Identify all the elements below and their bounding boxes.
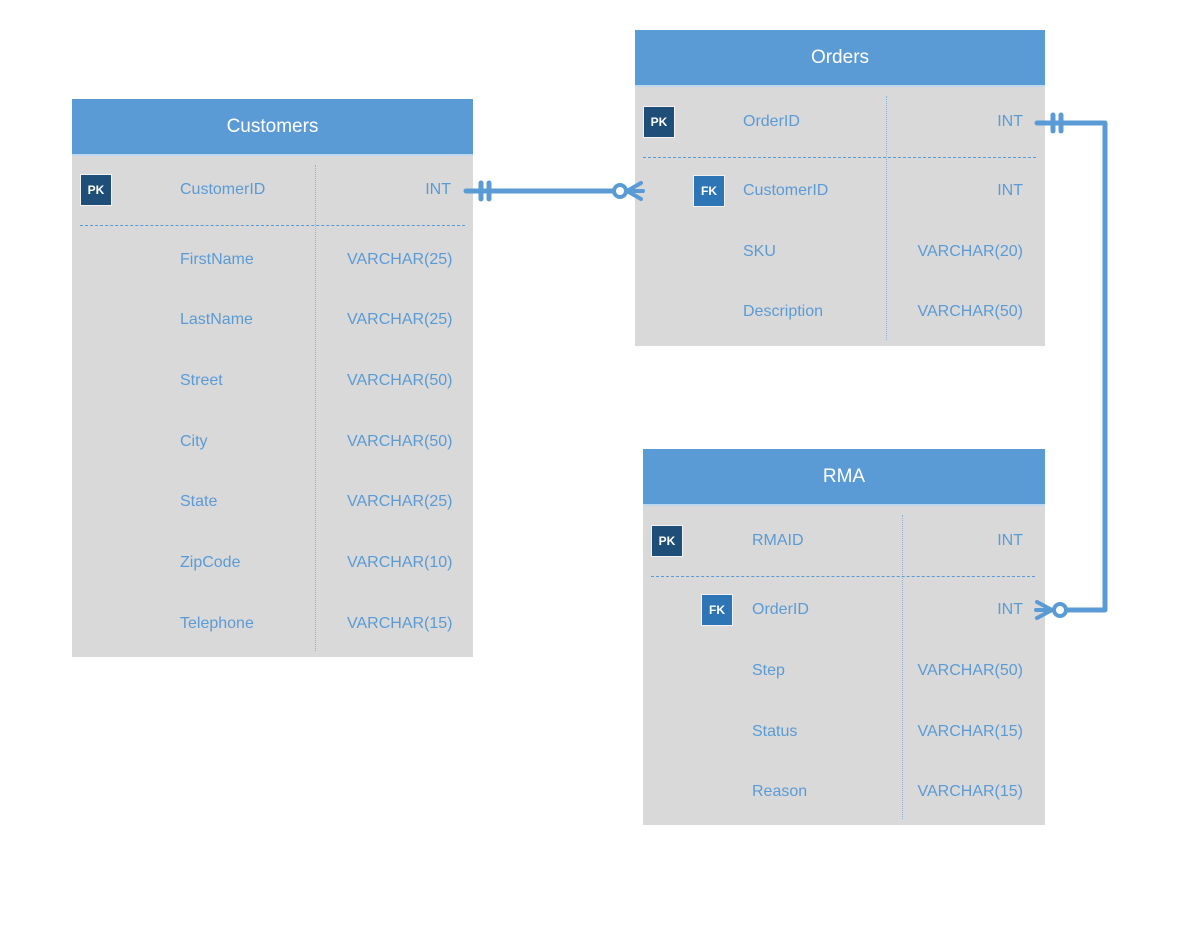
crows-foot-icon [1034,600,1054,620]
crows-foot-icon [625,181,645,201]
relationship-customers-orders[interactable] [463,180,645,202]
zero-circle-icon [1052,602,1068,618]
connector-line [1034,120,1108,613]
relationship-layer [463,112,1108,620]
zero-circle-icon [612,183,628,199]
relationship-orders-rma[interactable] [1034,112,1108,620]
